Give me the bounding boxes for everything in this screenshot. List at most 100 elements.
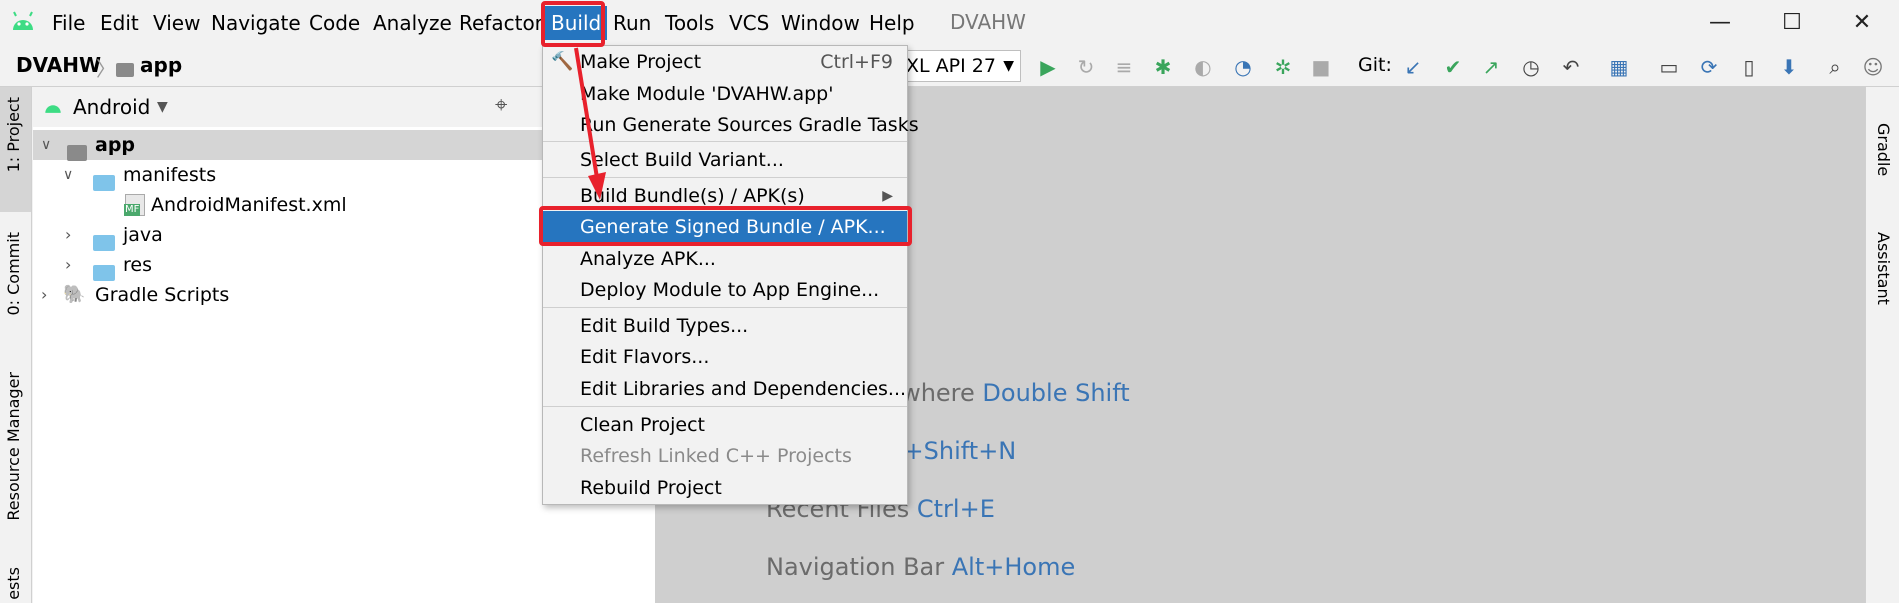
commit-tab[interactable]: 0: Commit [4,232,23,316]
attach-debugger-icon[interactable]: ◐ [1190,54,1216,80]
build-menu-highlight-box [541,1,605,47]
tree-node-label: AndroidManifest.xml [151,194,347,216]
profile-icon[interactable]: ◔ [1230,54,1256,80]
menu-help[interactable]: Help [869,10,915,36]
android-studio-logo-icon [10,10,36,36]
attach-profiler-icon[interactable]: ✲ [1270,54,1296,80]
module-folder-icon [116,59,134,78]
left-tool-window-bar: 1: Project 0: Commit Resource Manager es… [0,87,32,603]
search-everywhere-hint: rywhere Double Shift [877,379,1130,407]
chevron-right-icon[interactable]: › [41,280,47,310]
avd-manager-icon[interactable]: ▭ [1656,54,1682,80]
tests-tab[interactable]: ests [4,567,23,600]
menu-item-label: Edit Build Types... [580,315,749,337]
menu-item-label: Rebuild Project [580,477,722,499]
apply-changes-icon[interactable]: ↻ [1073,54,1099,80]
menu-item-shortcut: Ctrl+F9 [820,51,893,73]
apply-code-changes-icon[interactable]: ≡ [1111,54,1137,80]
hint-shortcut: Alt+Home [951,553,1076,581]
close-button[interactable]: ✕ [1842,6,1882,40]
breadcrumb-module[interactable]: app [140,53,182,77]
minimize-button[interactable]: — [1700,6,1740,40]
menu-item-label: Make Module 'DVAHW.app' [580,83,834,105]
run-icon[interactable]: ▶ [1035,54,1061,80]
menu-item-label: Select Build Variant... [580,149,784,171]
menu-edit[interactable]: Edit [100,10,139,36]
breadcrumb-separator-icon: 〉 [96,57,116,81]
gradle-tab[interactable]: Gradle [1874,123,1893,176]
chevron-down-icon[interactable]: ∨ [41,130,51,160]
menu-item-label: Refresh Linked C++ Projects [580,445,852,467]
menu-item-label: Edit Flavors... [580,346,710,368]
menu-run[interactable]: Run [613,10,651,36]
chevron-down-icon[interactable]: ▼ [157,99,168,115]
sync-gradle-icon[interactable]: ⟳ [1696,54,1722,80]
menu-tools[interactable]: Tools [665,10,714,36]
menu-window[interactable]: Window [781,10,860,36]
project-tab[interactable]: 1: Project [4,97,23,172]
menu-separator [543,406,907,407]
chevron-down-icon: ▼ [1003,58,1014,74]
tree-node-label: manifests [123,164,217,186]
menu-analyze[interactable]: Analyze [373,10,452,36]
menu-refactor[interactable]: Refactor [459,10,543,36]
menu-item-label: Build Bundle(s) / APK(s) [580,185,805,207]
tree-node-label: res [123,254,152,276]
project-view-selector[interactable]: Android [73,95,150,119]
menu-vcs[interactable]: VCS [729,10,769,36]
device-manager-icon[interactable]: ▯ [1736,54,1762,80]
search-icon[interactable]: ⌕ [1822,54,1848,80]
menu-navigate[interactable]: Navigate [211,10,301,36]
rebuild-project-item[interactable]: Rebuild Project [543,472,907,504]
resource-manager-tab[interactable]: Resource Manager [4,372,23,521]
navigation-bar-hint: Navigation Bar Alt+Home [766,553,1075,581]
breadcrumb-project[interactable]: DVAHW [16,53,101,77]
debug-icon[interactable]: ✱ [1150,54,1176,80]
annotation-arrow-icon [574,47,606,200]
deploy-module-item[interactable]: Deploy Module to App Engine... [543,274,907,306]
manifest-file-icon: MF [124,194,145,216]
locate-icon[interactable]: ⌖ [495,93,507,118]
menu-view[interactable]: View [153,10,200,36]
chevron-right-icon[interactable]: › [65,220,71,250]
hint-text: Navigation Bar [766,553,952,581]
hint-shortcut: Ctrl+E [916,495,995,523]
git-rollback-icon[interactable]: ↶ [1558,54,1584,80]
run-configuration-select[interactable]: XL API 27 ▼ [903,50,1021,82]
gradle-elephant-icon: 🐘 [63,284,86,305]
analyze-apk-item[interactable]: Analyze APK... [543,243,907,275]
menu-item-label: Run Generate Sources Gradle Tasks [580,114,919,136]
git-push-icon[interactable]: ↗ [1478,54,1504,80]
chevron-down-icon[interactable]: ∨ [63,160,73,190]
menu-item-label: Clean Project [580,414,705,436]
project-structure-icon[interactable]: ▦ [1606,54,1632,80]
android-icon [43,97,63,119]
git-label: Git: [1358,54,1392,76]
menu-file[interactable]: File [52,10,85,36]
git-commit-icon[interactable]: ✔ [1440,54,1466,80]
menu-separator [543,307,907,308]
assistant-avatar-icon[interactable]: ☺ [1860,54,1886,80]
git-update-icon[interactable]: ↙ [1400,54,1426,80]
menu-item-label: Edit Libraries and Dependencies... [580,378,907,400]
run-configuration-label: XL API 27 [906,55,996,77]
menu-item-label: Analyze APK... [580,248,716,270]
chevron-right-icon[interactable]: › [65,250,71,280]
window-title: DVAHW [950,10,1026,34]
git-history-icon[interactable]: ◷ [1518,54,1544,80]
menu-item-label: Deploy Module to App Engine... [580,279,880,301]
generate-signed-apk-highlight-box [539,206,912,246]
refresh-linked-cpp-item: Refresh Linked C++ Projects [543,440,907,472]
assistant-tab[interactable]: Assistant [1874,232,1893,305]
tree-node-label: app [95,134,136,156]
tree-node-label: java [123,224,163,246]
right-tool-window-bar: Gradle Assistant [1865,87,1899,603]
edit-flavors-item[interactable]: Edit Flavors... [543,341,907,373]
edit-libraries-item[interactable]: Edit Libraries and Dependencies... [543,373,907,405]
menu-code[interactable]: Code [309,10,360,36]
maximize-button[interactable]: ☐ [1772,6,1812,40]
clean-project-item[interactable]: Clean Project [543,409,907,441]
sdk-manager-icon[interactable]: ⬇ [1776,54,1802,80]
stop-icon[interactable]: ■ [1308,54,1334,80]
edit-build-types-item[interactable]: Edit Build Types... [543,310,907,342]
